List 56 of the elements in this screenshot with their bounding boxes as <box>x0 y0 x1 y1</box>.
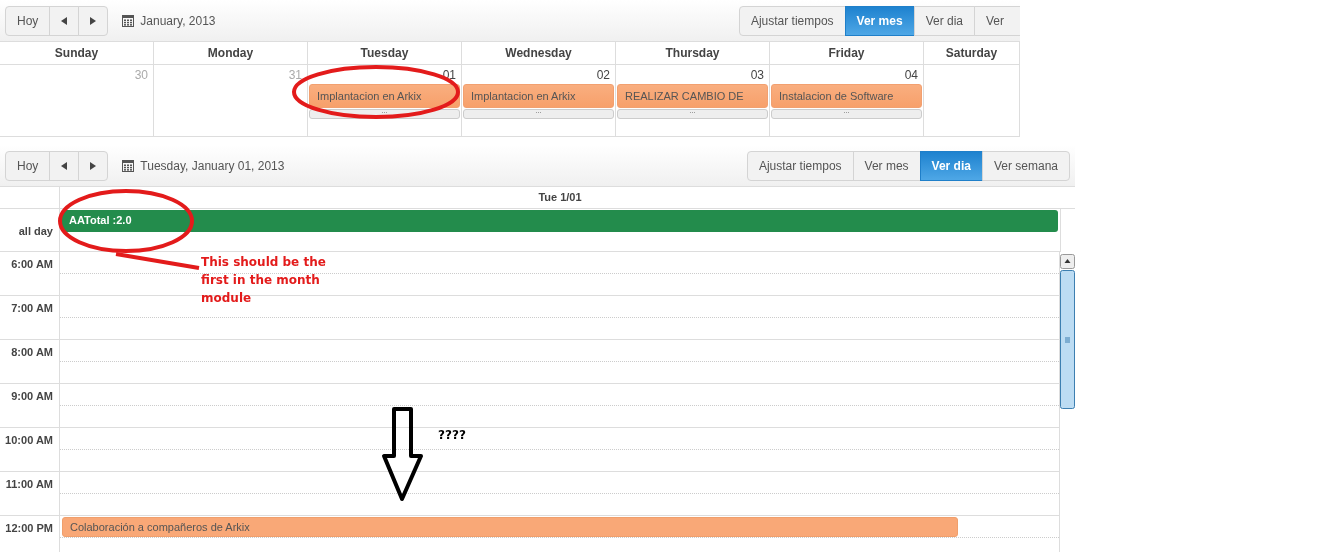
previous-icon <box>61 161 68 170</box>
weekday-header: Friday <box>770 42 924 64</box>
view-button[interactable]: Ajustar tiempos <box>746 150 854 181</box>
day-number: 30 <box>134 68 149 82</box>
today-button[interactable]: Hoy <box>5 5 51 36</box>
all-day-label: all day <box>18 225 54 237</box>
previous-button[interactable] <box>49 5 80 36</box>
day-number: 02 <box>596 68 611 82</box>
previous-button[interactable] <box>49 150 80 181</box>
day-number: 04 <box>904 68 919 82</box>
event[interactable]: REALIZAR CAMBIO DE <box>617 84 768 108</box>
more-link[interactable]: ... <box>309 109 460 119</box>
date-title: January, 2013 <box>140 13 216 28</box>
weekday-header: Tuesday <box>308 42 462 64</box>
more-link[interactable]: ... <box>463 109 614 119</box>
event[interactable]: Instalacion de Software <box>771 84 922 108</box>
event[interactable]: Implantacion en Arkix <box>309 84 460 108</box>
day-number: 03 <box>750 68 765 82</box>
view-button[interactable]: Ver dia <box>913 5 975 36</box>
today-button[interactable]: Hoy <box>5 150 51 181</box>
time-label: 11:00 AM <box>5 478 54 490</box>
more-link[interactable]: ... <box>617 109 768 119</box>
time-label: 9:00 AM <box>11 390 54 402</box>
time-label: 8:00 AM <box>11 346 54 358</box>
calendar-icon <box>122 159 135 172</box>
weekday-header: Wednesday <box>462 42 616 64</box>
calendar-icon <box>122 14 135 27</box>
next-icon <box>90 161 97 170</box>
weekday-header: Thursday <box>616 42 770 64</box>
more-link[interactable]: ... <box>771 109 922 119</box>
view-button[interactable]: Ver mes <box>844 5 915 36</box>
scrollbar[interactable] <box>1060 254 1075 409</box>
date-title: Tuesday, January 01, 2013 <box>140 158 285 173</box>
weekday-header: Saturday <box>924 42 1020 64</box>
time-label: 10:00 AM <box>5 434 54 446</box>
day-number: 31 <box>288 68 303 82</box>
view-button[interactable]: Ver <box>974 5 1020 36</box>
event[interactable]: Implantacion en Arkix <box>463 84 614 108</box>
view-button[interactable]: Ver semana <box>981 150 1070 181</box>
next-button[interactable] <box>78 5 109 36</box>
next-button[interactable] <box>78 150 109 181</box>
annotation-note: ???? <box>438 427 466 444</box>
time-label: 7:00 AM <box>11 302 54 314</box>
time-label: 12:00 PM <box>5 522 54 534</box>
time-label: 6:00 AM <box>11 258 54 270</box>
next-icon <box>90 16 97 25</box>
timed-event[interactable]: Colaboración a compañeros de Arkix <box>62 517 958 537</box>
day-column-header: Tue 1/01 <box>537 190 583 205</box>
annotation-note: This should be the first in the month module <box>201 254 327 307</box>
view-button[interactable]: Ver mes <box>852 150 921 181</box>
weekday-header: Sunday <box>0 42 154 64</box>
all-day-event[interactable]: AATotal :2.0 <box>62 210 1058 232</box>
view-button[interactable]: Ver dia <box>919 150 983 181</box>
weekday-header: Monday <box>154 42 308 64</box>
previous-icon <box>61 16 68 25</box>
view-button[interactable]: Ajustar tiempos <box>738 5 846 36</box>
